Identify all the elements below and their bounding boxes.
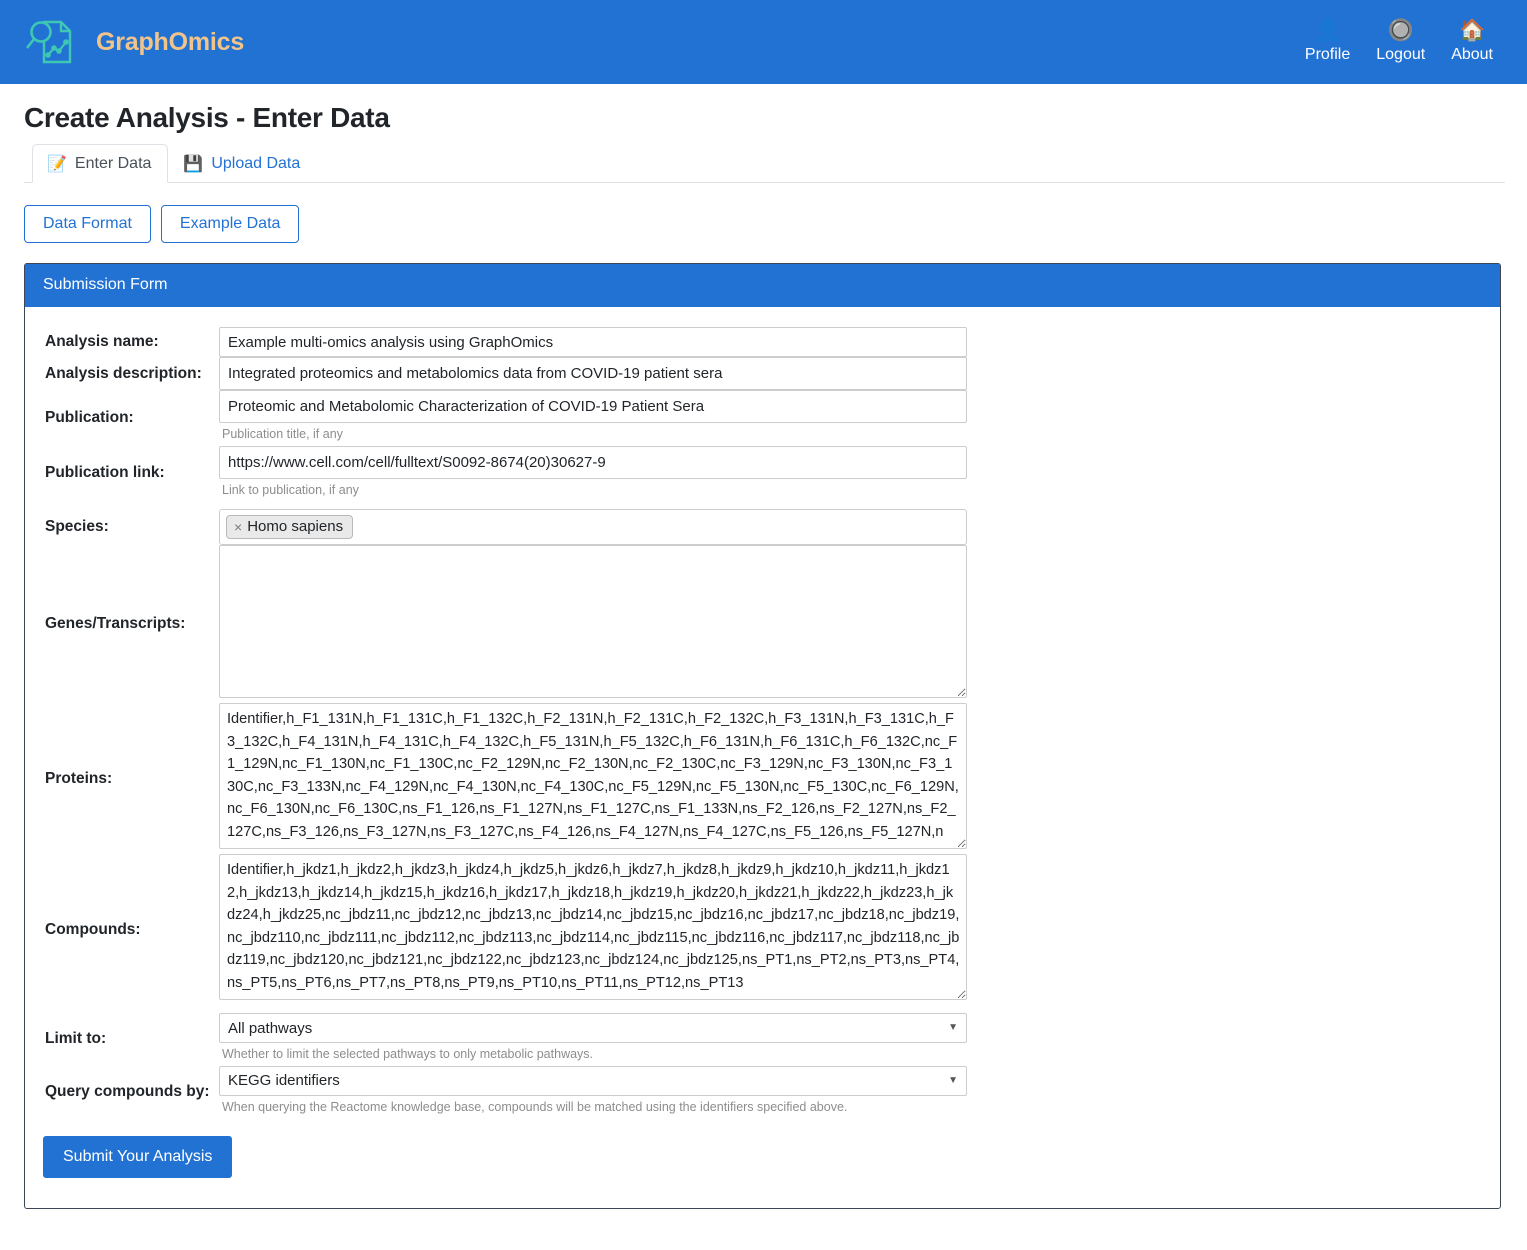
help-publication-link: Link to publication, if any xyxy=(222,482,359,497)
field-row-species: Species: × Homo sapiens xyxy=(43,509,1482,545)
help-query-compounds-by: When querying the Reactome knowledge bas… xyxy=(222,1099,848,1114)
nav-link-profile[interactable]: 👤 Profile xyxy=(1305,19,1350,64)
submission-form-header: Submission Form xyxy=(25,264,1500,307)
page-title: Create Analysis - Enter Data xyxy=(24,102,390,133)
analysis-name-input[interactable] xyxy=(219,327,967,357)
field-row-compounds: Compounds: Identifier,h_jkdz1,h_jkdz2,h_… xyxy=(43,854,1482,1005)
field-row-genes: Genes/Transcripts: xyxy=(43,545,1482,703)
label-publication: Publication: xyxy=(45,408,134,426)
example-data-button[interactable]: Example Data xyxy=(160,205,300,243)
home-icon: 🏠 xyxy=(1459,19,1486,43)
label-compounds: Compounds: xyxy=(45,920,141,938)
help-publication: Publication title, if any xyxy=(222,427,343,441)
tab-upload-data[interactable]: 💾 Upload Data xyxy=(168,144,317,183)
nav-link-logout-label: Logout xyxy=(1376,46,1426,64)
tab-upload-data-label: Upload Data xyxy=(211,155,301,172)
nav-link-about-label: About xyxy=(1451,46,1493,64)
page-container: Create Analysis - Enter Data 📝 Enter Dat… xyxy=(0,102,1527,1209)
tab-bar: 📝 Enter Data 💾 Upload Data xyxy=(24,144,1505,183)
helper-button-row: Data Format Example Data xyxy=(24,205,1505,243)
submission-form-body: Analysis name: Analysis description: Pub… xyxy=(25,307,1500,1208)
field-row-query-compounds-by: Query compounds by: KEGG identifiers ▼ W… xyxy=(43,1065,1482,1119)
profile-icon: 👤 xyxy=(1314,19,1341,43)
submission-form-card: Submission Form Analysis name: Analysis … xyxy=(24,263,1501,1209)
label-analysis-name: Analysis name: xyxy=(45,333,159,350)
nav-link-about[interactable]: 🏠 About xyxy=(1451,19,1493,64)
data-format-button[interactable]: Data Format xyxy=(24,205,151,243)
field-row-publication: Publication: Publication title, if any xyxy=(43,390,1482,446)
publication-input[interactable] xyxy=(219,390,967,423)
proteins-textarea[interactable]: Identifier,h_F1_131N,h_F1_131C,h_F1_132C… xyxy=(219,703,967,849)
limit-to-select[interactable]: All pathways xyxy=(219,1013,967,1043)
analysis-description-input[interactable] xyxy=(219,357,967,390)
label-analysis-description: Analysis description: xyxy=(45,364,202,382)
species-tag-label: Homo sapiens xyxy=(247,518,344,535)
species-tag[interactable]: × Homo sapiens xyxy=(226,515,354,539)
compounds-textarea[interactable]: Identifier,h_jkdz1,h_jkdz2,h_jkdz3,h_jkd… xyxy=(219,854,967,1000)
label-query-compounds-by: Query compounds by: xyxy=(45,1082,210,1100)
field-row-analysis-name: Analysis name: xyxy=(43,327,1482,357)
help-limit-to: Whether to limit the selected pathways t… xyxy=(222,1047,594,1061)
field-row-publication-link: Publication link: Link to publication, i… xyxy=(43,445,1482,502)
brand[interactable]: GraphOmics xyxy=(24,13,244,71)
genes-textarea[interactable] xyxy=(219,545,967,698)
brand-name: GraphOmics xyxy=(96,27,245,56)
floppy-disk-icon: 💾 xyxy=(183,156,204,173)
field-row-limit-to: Limit to: All pathways ▼ Whether to limi… xyxy=(43,1013,1482,1066)
top-navbar: GraphOmics 👤 Profile 🔘 Logout 🏠 About xyxy=(0,0,1527,84)
logout-icon: 🔘 xyxy=(1387,19,1414,43)
memo-icon: 📝 xyxy=(47,156,67,173)
nav-link-logout[interactable]: 🔘 Logout xyxy=(1376,19,1425,64)
field-row-analysis-description: Analysis description: xyxy=(43,357,1482,390)
nav-link-profile-label: Profile xyxy=(1304,46,1351,64)
label-limit-to: Limit to: xyxy=(45,1030,107,1048)
query-compounds-by-select[interactable]: KEGG identifiers xyxy=(219,1065,967,1096)
label-genes: Genes/Transcripts: xyxy=(45,615,186,632)
navbar-links: 👤 Profile 🔘 Logout 🏠 About xyxy=(1305,19,1505,64)
field-row-proteins: Proteins: Identifier,h_F1_131N,h_F1_131C… xyxy=(43,703,1482,854)
label-proteins: Proteins: xyxy=(45,769,113,787)
remove-species-icon[interactable]: × xyxy=(234,519,242,535)
label-species: Species: xyxy=(45,518,109,535)
graphomics-logo-icon xyxy=(24,13,82,71)
submit-analysis-button[interactable]: Submit Your Analysis xyxy=(43,1136,233,1178)
publication-link-input[interactable] xyxy=(219,445,967,479)
label-publication-link: Publication link: xyxy=(45,464,165,482)
species-select[interactable]: × Homo sapiens xyxy=(219,509,967,545)
tab-enter-data[interactable]: 📝 Enter Data xyxy=(32,144,169,183)
tab-enter-data-label: Enter Data xyxy=(74,155,152,172)
